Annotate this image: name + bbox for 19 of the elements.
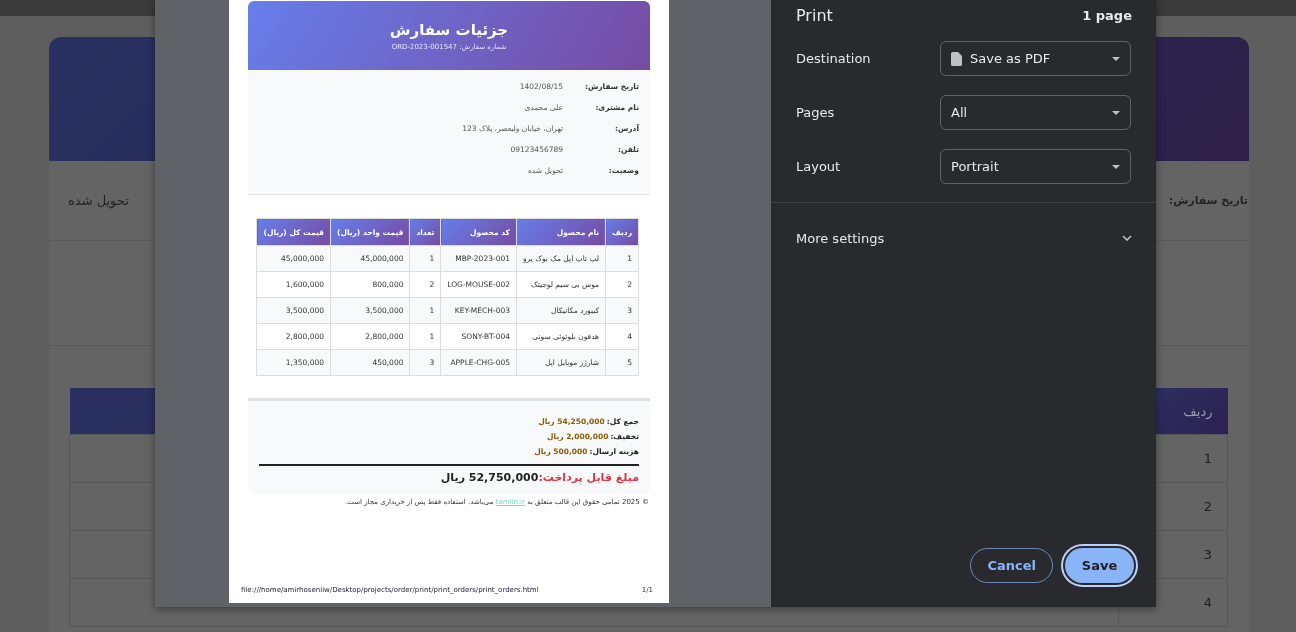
caret-icon <box>1112 110 1120 115</box>
date-label: تاریخ سفارش: <box>1168 194 1248 207</box>
caret-icon <box>1112 164 1120 169</box>
page-count: 1 page <box>1082 7 1132 23</box>
select-field[interactable]: Portrait <box>940 149 1131 184</box>
field-label: Destination <box>796 51 872 66</box>
field-label: Layout <box>796 159 842 174</box>
select-field[interactable]: All <box>940 95 1131 130</box>
order-title: جزئیات سفارش <box>389 20 509 39</box>
grand-total-label: مبلغ قابل پرداخت: <box>538 471 639 484</box>
chevron-icon <box>1122 235 1132 241</box>
caret-icon <box>1112 56 1120 61</box>
dialog-title: Print <box>796 5 833 25</box>
grand-total-value: 52,750,000 ریال <box>440 471 539 484</box>
field-label: Pages <box>796 105 836 120</box>
select-field[interactable]: Save as PDF <box>940 41 1131 76</box>
more-settings-toggle[interactable]: More settings <box>796 203 1132 273</box>
document-icon <box>951 51 962 66</box>
status-value: تحویل شده <box>68 193 129 208</box>
